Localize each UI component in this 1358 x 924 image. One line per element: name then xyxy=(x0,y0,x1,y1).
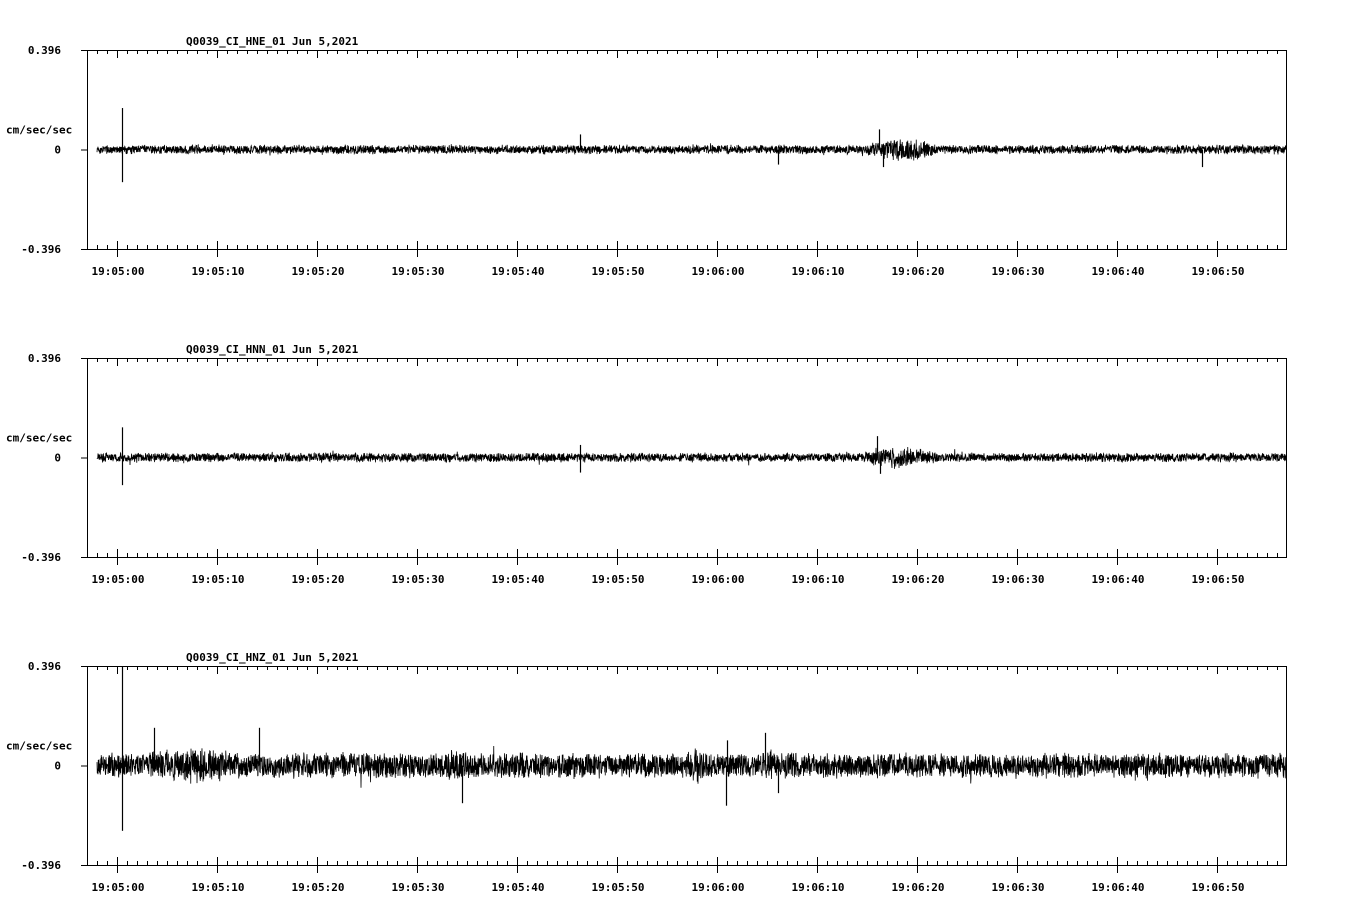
x-tick-label: 19:06:50 xyxy=(1192,265,1245,278)
y-tick-label: 0.396 xyxy=(28,352,61,365)
x-tick-label: 19:06:20 xyxy=(892,881,945,894)
x-tick-label: 19:05:40 xyxy=(492,573,545,586)
x-tick-label: 19:05:10 xyxy=(192,265,245,278)
x-tick-label: 19:06:10 xyxy=(792,881,845,894)
waveform-trace xyxy=(96,139,1287,161)
x-tick-label: 19:05:30 xyxy=(392,881,445,894)
x-tick-label: 19:05:50 xyxy=(592,265,645,278)
x-tick-label: 19:05:00 xyxy=(92,881,145,894)
x-tick-label: 19:05:20 xyxy=(292,881,345,894)
y-tick-label: 0.396 xyxy=(28,660,61,673)
y-tick-label: 0.396 xyxy=(28,44,61,57)
waveform-trace xyxy=(96,446,1287,469)
x-tick-label: 19:06:30 xyxy=(992,881,1045,894)
x-tick-label: 19:06:10 xyxy=(792,265,845,278)
x-tick-label: 19:05:00 xyxy=(92,573,145,586)
chart-title: Q0039_CI_HNN_01 Jun 5,2021 xyxy=(186,343,359,356)
y-tick-label: 0 xyxy=(54,144,61,157)
chart-panel: Q0039_CI_HNE_01 Jun 5,2021 0.396 0 -0.396 cm… xyxy=(6,35,1287,278)
x-tick-label: 19:05:40 xyxy=(492,881,545,894)
x-tick-label: 19:06:50 xyxy=(1192,881,1245,894)
x-tick-label: 19:06:10 xyxy=(792,573,845,586)
y-tick-label: -0.396 xyxy=(21,859,61,872)
y-axis-label: cm/sec/sec xyxy=(6,432,72,445)
x-tick-label: 19:05:30 xyxy=(392,265,445,278)
y-axis-label: cm/sec/sec xyxy=(6,740,72,753)
x-tick-label: 19:05:50 xyxy=(592,881,645,894)
x-tick-label: 19:06:50 xyxy=(1192,573,1245,586)
x-tick-label: 19:05:20 xyxy=(292,265,345,278)
waveform-trace xyxy=(96,745,1287,788)
seismogram-charts: Q0039_CI_HNE_01 Jun 5,2021 0.396 0 -0.396 cm… xyxy=(6,35,1287,894)
y-tick-label: -0.396 xyxy=(21,551,61,564)
x-tick-label: 19:06:00 xyxy=(692,265,745,278)
x-tick-label: 19:06:20 xyxy=(892,573,945,586)
x-tick-label: 19:06:00 xyxy=(692,573,745,586)
x-tick-label: 19:06:40 xyxy=(1092,265,1145,278)
x-tick-label: 19:05:00 xyxy=(92,265,145,278)
x-tick-label: 19:05:10 xyxy=(192,881,245,894)
chart-title: Q0039_CI_HNZ_01 Jun 5,2021 xyxy=(186,651,359,664)
x-tick-label: 19:06:30 xyxy=(992,265,1045,278)
x-tick-label: 19:05:50 xyxy=(592,573,645,586)
y-axis-label: cm/sec/sec xyxy=(6,124,72,137)
x-tick-label: 19:05:10 xyxy=(192,573,245,586)
x-tick-label: 19:06:40 xyxy=(1092,573,1145,586)
chart-panel: Q0039_CI_HNN_01 Jun 5,2021 0.396 0 -0.396 cm… xyxy=(6,343,1287,586)
x-tick-label: 19:06:30 xyxy=(992,573,1045,586)
x-tick-label: 19:05:40 xyxy=(492,265,545,278)
seismogram-page: Q0039_CI_HNE_01 Jun 5,2021 0.396 0 -0.396 cm… xyxy=(0,0,1358,924)
x-tick-label: 19:06:00 xyxy=(692,881,745,894)
x-tick-label: 19:05:20 xyxy=(292,573,345,586)
chart-title: Q0039_CI_HNE_01 Jun 5,2021 xyxy=(186,35,359,48)
y-tick-label: 0 xyxy=(54,452,61,465)
x-tick-label: 19:06:20 xyxy=(892,265,945,278)
y-tick-label: -0.396 xyxy=(21,243,61,256)
x-tick-label: 19:05:30 xyxy=(392,573,445,586)
y-tick-label: 0 xyxy=(54,760,61,773)
chart-panel: Q0039_CI_HNZ_01 Jun 5,2021 0.396 0 -0.396 cm… xyxy=(6,651,1287,894)
x-tick-label: 19:06:40 xyxy=(1092,881,1145,894)
